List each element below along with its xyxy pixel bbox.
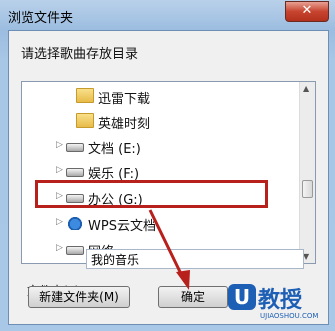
watermark-url: UJIAOSHOU.COM [260,312,319,320]
dialog-window: 浏览文件夹 ✕ 请选择歌曲存放目录 迅雷下载 英雄时刻 ▷ 文档 (E:) ▷ [0,0,335,331]
watermark-logo: U 教授 UJIAOSHOU.COM [226,280,334,330]
watermark-u-icon: U [228,284,256,310]
watermark-text: 教授 [258,288,303,313]
